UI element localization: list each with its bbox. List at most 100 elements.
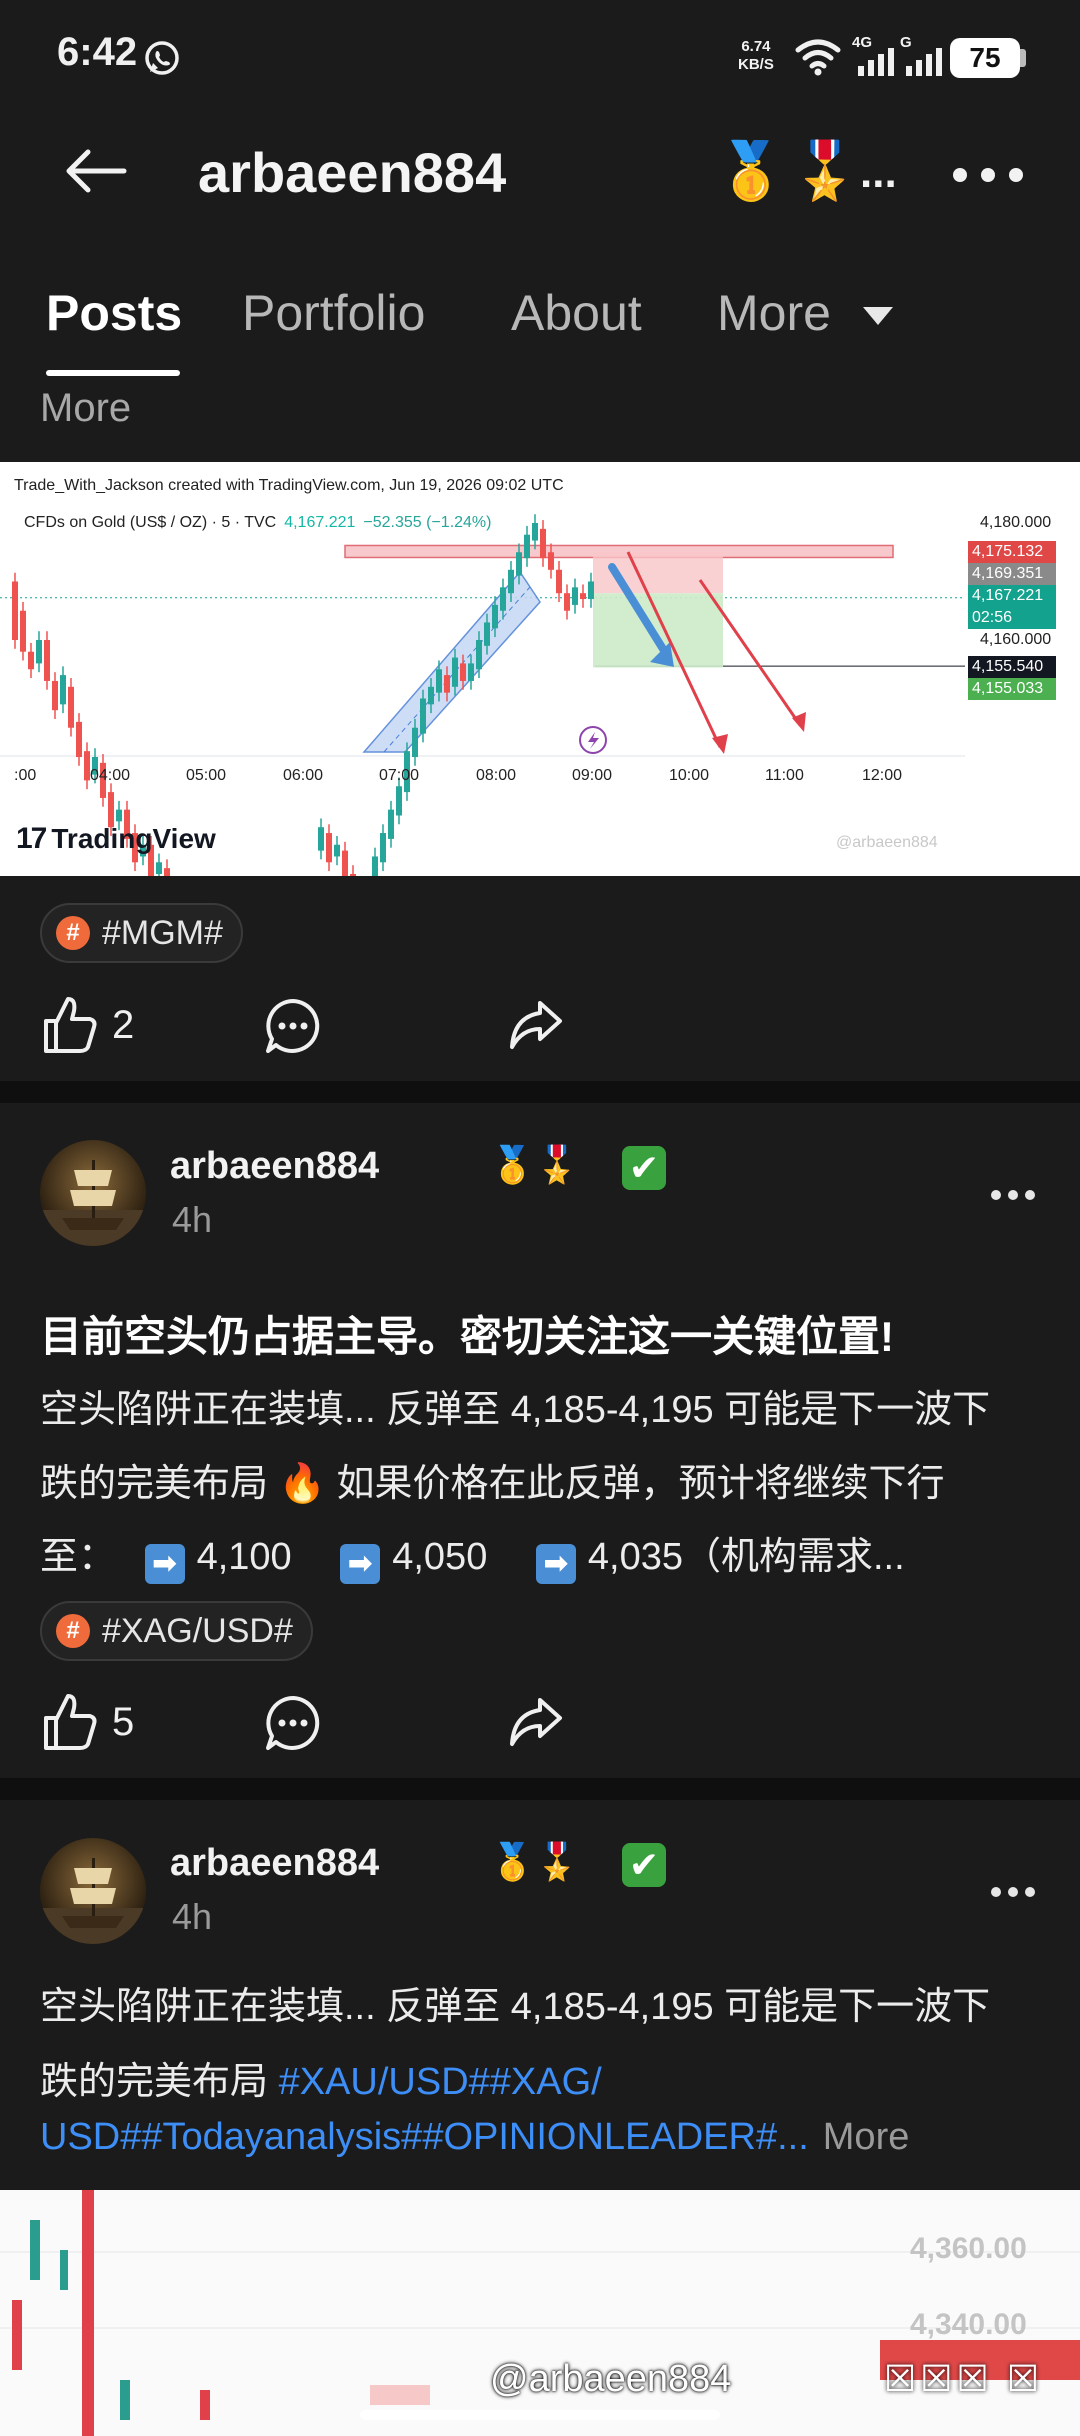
back-arrow-icon[interactable] xyxy=(64,146,128,196)
status-bar: 6:42 6.74 KB/S 4G G 75 xyxy=(0,0,1080,115)
chart-title: Trade_With_Jackson created with TradingV… xyxy=(14,477,564,494)
post-options-icon[interactable] xyxy=(990,1885,1036,1899)
hashtag-link[interactable]: #XAU/USD##XAG/ xyxy=(279,2061,602,2103)
gold-medal-badge: 🥇 xyxy=(716,139,786,202)
author-name[interactable]: arbaeen884 xyxy=(170,1842,379,1885)
tab-active-indicator xyxy=(46,370,180,376)
tab-more-overflow[interactable]: More xyxy=(40,386,131,431)
post-actions: 5 xyxy=(0,1692,1080,1762)
candle-body xyxy=(380,833,386,863)
time-tick: 07:00 xyxy=(379,767,420,784)
caret-down-icon xyxy=(862,306,893,325)
badges-ellipsis[interactable]: ... xyxy=(860,148,897,198)
axis-price-mid: 4,160.000 xyxy=(980,631,1052,648)
like-count: 2 xyxy=(112,1003,135,1047)
time-tick: 12:00 xyxy=(862,767,903,784)
price-tag: 4,155.033 xyxy=(968,678,1056,700)
candle-body xyxy=(116,809,122,822)
post-text-line[interactable]: USD##Todayanalysis##OPINIONLEADER#... Mor… xyxy=(40,2116,909,2159)
signal-bars-icon xyxy=(858,48,894,76)
preview-watermark: @arbaeen884 xyxy=(490,2358,732,2400)
candle-body xyxy=(372,856,378,876)
chart-symbol: CFDs on Gold (US$ / OZ) · 5 · TVC 4,167.2… xyxy=(24,514,492,531)
candle-body xyxy=(508,569,514,594)
target-price: 4,050 xyxy=(392,1536,488,1578)
post-options-icon[interactable] xyxy=(990,1188,1036,1202)
candle-body xyxy=(428,686,434,705)
like-count: 5 xyxy=(112,1700,135,1744)
candle-body xyxy=(68,686,74,728)
signal-4g: 4G xyxy=(852,34,898,78)
post-text-line[interactable]: 至： ➡ 4,100 ➡ 4,050 ➡ 4,035（机构需求... xyxy=(40,1525,905,1584)
time-tick: 04:00 xyxy=(90,767,131,784)
comment-icon[interactable] xyxy=(264,997,322,1055)
tab-posts[interactable]: Posts xyxy=(46,284,182,342)
hashtag-link[interactable]: USD##Todayanalysis##OPINIONLEADER#... xyxy=(40,2116,809,2158)
candle-body xyxy=(28,651,34,670)
post-time: 4h xyxy=(172,1199,213,1240)
more-options-icon[interactable] xyxy=(948,150,1028,200)
post-text-line[interactable]: 跌的完美布局 🔥 如果价格在此反弹，预计将继续下行 xyxy=(40,1452,944,1507)
tab-more[interactable]: More xyxy=(717,284,893,342)
post-chart-preview[interactable]: 4,360.00 4,340.00 @arbaeen884 ☒☒☒ ☒ xyxy=(0,2190,1080,2436)
read-more-link[interactable]: More xyxy=(823,2116,910,2158)
hashtag-icon: # xyxy=(56,916,90,950)
post-actions: 2 xyxy=(0,995,1080,1065)
candle-body xyxy=(326,833,332,863)
author-badges: 🥇🎖️ xyxy=(490,1841,580,1882)
comment-icon[interactable] xyxy=(264,1694,322,1752)
candle-body xyxy=(36,640,42,664)
candle-body xyxy=(524,534,530,559)
time-tick: :00 xyxy=(14,767,37,784)
axis-price-top: 4,180.000 xyxy=(980,514,1052,531)
home-indicator[interactable] xyxy=(360,2410,720,2420)
hashtag-chip[interactable]: # #MGM# xyxy=(40,903,243,963)
candle-body xyxy=(540,528,546,559)
candle-body xyxy=(564,593,570,611)
candle-body xyxy=(436,669,442,693)
candle-body xyxy=(156,862,162,874)
post-time: 4h xyxy=(172,1896,213,1937)
time-tick: 05:00 xyxy=(186,767,227,784)
avatar[interactable] xyxy=(40,1838,146,1944)
like-icon[interactable] xyxy=(42,1692,98,1752)
candle-body xyxy=(492,604,498,629)
candle-body xyxy=(460,663,466,681)
post-headline[interactable]: 目前空头仍占据主导。密切关注这一关键位置! xyxy=(40,1303,894,1364)
post-divider xyxy=(0,1081,1080,1103)
post-divider xyxy=(0,1778,1080,1800)
preview-price-label: 4,340.00 xyxy=(910,2308,1027,2341)
chart-change: −52.355 (−1.24%) xyxy=(363,514,492,531)
tab-portfolio[interactable]: Portfolio xyxy=(242,284,425,342)
wifi-icon xyxy=(795,39,841,76)
price-tag: 4,155.540 xyxy=(968,656,1056,678)
share-icon[interactable] xyxy=(508,997,564,1053)
avatar[interactable] xyxy=(40,1140,146,1246)
preview-price-label: 4,360.00 xyxy=(910,2232,1027,2265)
ship-avatar-icon xyxy=(40,1160,146,1246)
post-text-line[interactable]: 空头陷阱正在装填... 反弹至 4,185-4,195 可能是下一波下 xyxy=(40,1378,990,1433)
share-icon[interactable] xyxy=(508,1694,564,1750)
like-icon[interactable] xyxy=(42,995,98,1055)
tradingview-mark-icon: 17 xyxy=(16,822,47,855)
author-name[interactable]: arbaeen884 xyxy=(170,1145,379,1188)
candle-body xyxy=(334,844,340,857)
candle-body xyxy=(532,523,538,541)
hashtag-chip[interactable]: # #XAG/USD# xyxy=(40,1601,313,1661)
candle-body xyxy=(556,569,562,594)
tradingview-logo: 17 TradingView xyxy=(16,822,216,855)
tab-about[interactable]: About xyxy=(511,284,642,342)
candle-body xyxy=(76,721,82,757)
target-price: 4,035 xyxy=(587,1536,683,1578)
candle-body xyxy=(484,622,490,646)
price-tag: 4,175.132 xyxy=(968,541,1056,563)
military-medal-badge: 🎖️ xyxy=(790,139,860,202)
post-text-line[interactable]: 跌的完美布局 #XAU/USD##XAG/ xyxy=(40,2050,602,2105)
candle-body xyxy=(20,610,26,652)
candle-body xyxy=(476,640,482,670)
target-price: 4,100 xyxy=(196,1536,292,1578)
candle-body xyxy=(444,675,450,693)
post-text-line[interactable]: 空头陷阱正在装填... 反弹至 4,185-4,195 可能是下一波下 xyxy=(40,1975,990,2030)
chart-image[interactable]: Trade_With_Jackson created with TradingV… xyxy=(0,462,1080,876)
verified-check-icon: ✔ xyxy=(622,1843,666,1887)
